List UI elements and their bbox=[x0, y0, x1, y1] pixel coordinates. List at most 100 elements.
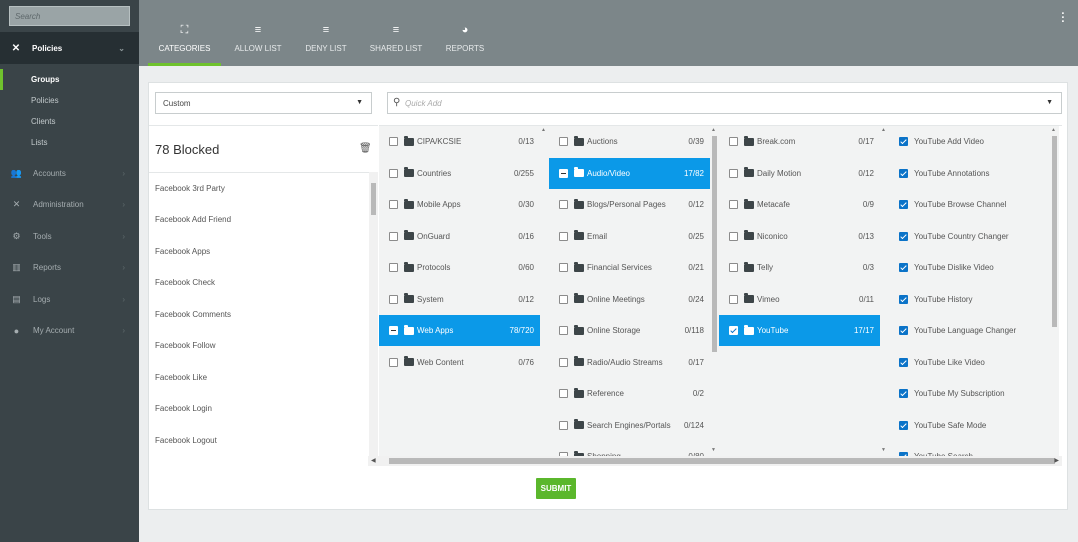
category-row[interactable]: Search Engines/Portals 0/124 bbox=[549, 410, 710, 441]
submit-button[interactable]: SUBMIT bbox=[536, 478, 576, 499]
list-item[interactable]: Facebook 3rd Party bbox=[155, 184, 225, 193]
category-checkbox[interactable] bbox=[559, 294, 568, 304]
category-row[interactable]: YouTube Safe Mode bbox=[889, 410, 1050, 441]
scroll-thumb[interactable] bbox=[389, 458, 1055, 464]
category-row[interactable]: YouTube History bbox=[889, 284, 1050, 315]
category-row[interactable]: YouTube Language Changer bbox=[889, 315, 1050, 346]
sidebar-item-administration[interactable]: ✕ Administration › bbox=[0, 189, 139, 220]
category-row[interactable]: YouTube Annotations bbox=[889, 158, 1050, 189]
sidebar-item-reports[interactable]: ▥ Reports › bbox=[0, 252, 139, 283]
category-checkbox[interactable] bbox=[559, 137, 568, 146]
policy-select[interactable]: Custom ▼ bbox=[155, 92, 372, 114]
category-row[interactable]: OnGuard 0/16 bbox=[379, 221, 540, 252]
category-row[interactable]: Radio/Audio Streams 0/17 bbox=[549, 347, 710, 378]
category-checkbox[interactable] bbox=[899, 326, 908, 335]
category-checkbox[interactable] bbox=[899, 294, 908, 304]
category-row[interactable]: Web Apps 78/720 bbox=[379, 315, 540, 346]
category-checkbox[interactable] bbox=[729, 263, 738, 272]
tab-categories[interactable]: ⛶ CATEGORIES bbox=[148, 0, 221, 66]
category-checkbox[interactable] bbox=[899, 389, 908, 398]
category-checkbox[interactable] bbox=[729, 137, 738, 146]
category-row[interactable]: Email 0/25 bbox=[549, 221, 710, 252]
category-row[interactable]: Telly 0/3 bbox=[719, 252, 880, 283]
category-checkbox[interactable] bbox=[729, 168, 738, 178]
sidebar-item-my-account[interactable]: ● My Account › bbox=[0, 315, 139, 346]
category-row[interactable]: Break.com 0/17 bbox=[719, 126, 880, 157]
category-row[interactable]: Vimeo 0/11 bbox=[719, 284, 880, 315]
category-row[interactable]: Shopping 0/80 bbox=[549, 441, 710, 457]
sidebar-item-clients[interactable]: Clients bbox=[0, 111, 139, 132]
category-checkbox[interactable] bbox=[729, 326, 738, 335]
category-checkbox[interactable] bbox=[899, 200, 908, 209]
more-menu-icon[interactable]: · · · bbox=[1061, 9, 1065, 28]
list-item[interactable]: Facebook Check bbox=[155, 278, 215, 287]
sidebar-item-policies[interactable]: Policies bbox=[0, 90, 139, 111]
list-item[interactable]: Facebook Add Friend bbox=[155, 215, 231, 224]
category-row[interactable]: YouTube Search bbox=[889, 441, 1050, 457]
category-row[interactable]: Online Storage 0/118 bbox=[549, 315, 710, 346]
sidebar-item-lists[interactable]: Lists bbox=[0, 132, 139, 153]
category-checkbox[interactable] bbox=[899, 420, 908, 430]
category-checkbox[interactable] bbox=[899, 263, 908, 272]
scroll-thumb[interactable] bbox=[712, 136, 717, 352]
column-scrollbar[interactable]: ▲ ▼ bbox=[710, 126, 718, 457]
category-checkbox[interactable] bbox=[559, 326, 568, 335]
category-checkbox[interactable] bbox=[559, 357, 568, 367]
category-row[interactable]: Financial Services 0/21 bbox=[549, 252, 710, 283]
category-checkbox[interactable] bbox=[559, 168, 568, 178]
category-row[interactable]: YouTube 17/17 bbox=[719, 315, 880, 346]
category-row[interactable]: YouTube My Subscription bbox=[889, 378, 1050, 409]
sidebar-item-tools[interactable]: ⚙ Tools › bbox=[0, 221, 139, 252]
scroll-left-icon[interactable]: ◀ bbox=[371, 457, 376, 464]
scroll-down-icon[interactable]: ▼ bbox=[881, 447, 886, 453]
scroll-right-icon[interactable]: ▶ bbox=[1054, 457, 1059, 464]
list-item[interactable]: Facebook Comments bbox=[155, 310, 231, 319]
caret-down-icon[interactable]: ▼ bbox=[1046, 99, 1053, 106]
tab-allow-list[interactable]: ≡ ALLOW LIST bbox=[230, 0, 286, 66]
quick-add-input[interactable]: ⚲ Quick Add ▼ bbox=[387, 92, 1062, 114]
scroll-up-icon[interactable]: ▲ bbox=[881, 127, 886, 133]
trash-icon[interactable]: 🗑 bbox=[359, 143, 372, 154]
list-item[interactable]: Facebook Follow bbox=[155, 341, 215, 350]
horizontal-scrollbar[interactable]: ◀ ▶ bbox=[368, 456, 1062, 466]
category-checkbox[interactable] bbox=[389, 231, 398, 241]
category-checkbox[interactable] bbox=[389, 326, 398, 335]
category-row[interactable]: Countries 0/255 bbox=[379, 158, 540, 189]
sidebar-item-logs[interactable]: ▤ Logs › bbox=[0, 284, 139, 315]
category-row[interactable]: System 0/12 bbox=[379, 284, 540, 315]
list-item[interactable]: Facebook Apps bbox=[155, 247, 210, 256]
category-checkbox[interactable] bbox=[559, 420, 568, 430]
category-row[interactable]: Metacafe 0/9 bbox=[719, 189, 880, 220]
category-row[interactable]: Niconico 0/13 bbox=[719, 221, 880, 252]
category-row[interactable]: Protocols 0/60 bbox=[379, 252, 540, 283]
blocked-scrollbar[interactable] bbox=[369, 172, 378, 466]
category-row[interactable]: Blogs/Personal Pages 0/12 bbox=[549, 189, 710, 220]
category-row[interactable]: Online Meetings 0/24 bbox=[549, 284, 710, 315]
category-checkbox[interactable] bbox=[389, 263, 398, 272]
category-checkbox[interactable] bbox=[899, 168, 908, 178]
category-row[interactable]: Daily Motion 0/12 bbox=[719, 158, 880, 189]
category-checkbox[interactable] bbox=[729, 294, 738, 304]
category-checkbox[interactable] bbox=[899, 231, 908, 241]
category-checkbox[interactable] bbox=[899, 137, 908, 146]
tab-reports[interactable]: ◕ REPORTS bbox=[440, 0, 490, 66]
category-row[interactable]: YouTube Add Video bbox=[889, 126, 1050, 157]
category-row[interactable]: Web Content 0/76 bbox=[379, 347, 540, 378]
scroll-up-icon[interactable]: ▲ bbox=[711, 127, 716, 133]
scroll-down-icon[interactable]: ▼ bbox=[711, 447, 716, 453]
list-item[interactable]: Facebook Logout bbox=[155, 436, 217, 445]
category-row[interactable]: YouTube Like Video bbox=[889, 347, 1050, 378]
category-row[interactable]: YouTube Dislike Video bbox=[889, 252, 1050, 283]
category-checkbox[interactable] bbox=[899, 357, 908, 367]
category-checkbox[interactable] bbox=[389, 168, 398, 178]
scroll-thumb[interactable] bbox=[371, 183, 376, 215]
category-checkbox[interactable] bbox=[559, 389, 568, 398]
category-checkbox[interactable] bbox=[389, 294, 398, 304]
category-row[interactable]: YouTube Browse Channel bbox=[889, 189, 1050, 220]
category-row[interactable]: Mobile Apps 0/30 bbox=[379, 189, 540, 220]
category-row[interactable]: YouTube Country Changer bbox=[889, 221, 1050, 252]
scroll-up-icon[interactable]: ▲ bbox=[541, 127, 546, 133]
category-checkbox[interactable] bbox=[389, 357, 398, 367]
column-scrollbar[interactable]: ▲ ▼ bbox=[880, 126, 888, 457]
sidebar-item-groups[interactable]: Groups bbox=[0, 69, 139, 90]
